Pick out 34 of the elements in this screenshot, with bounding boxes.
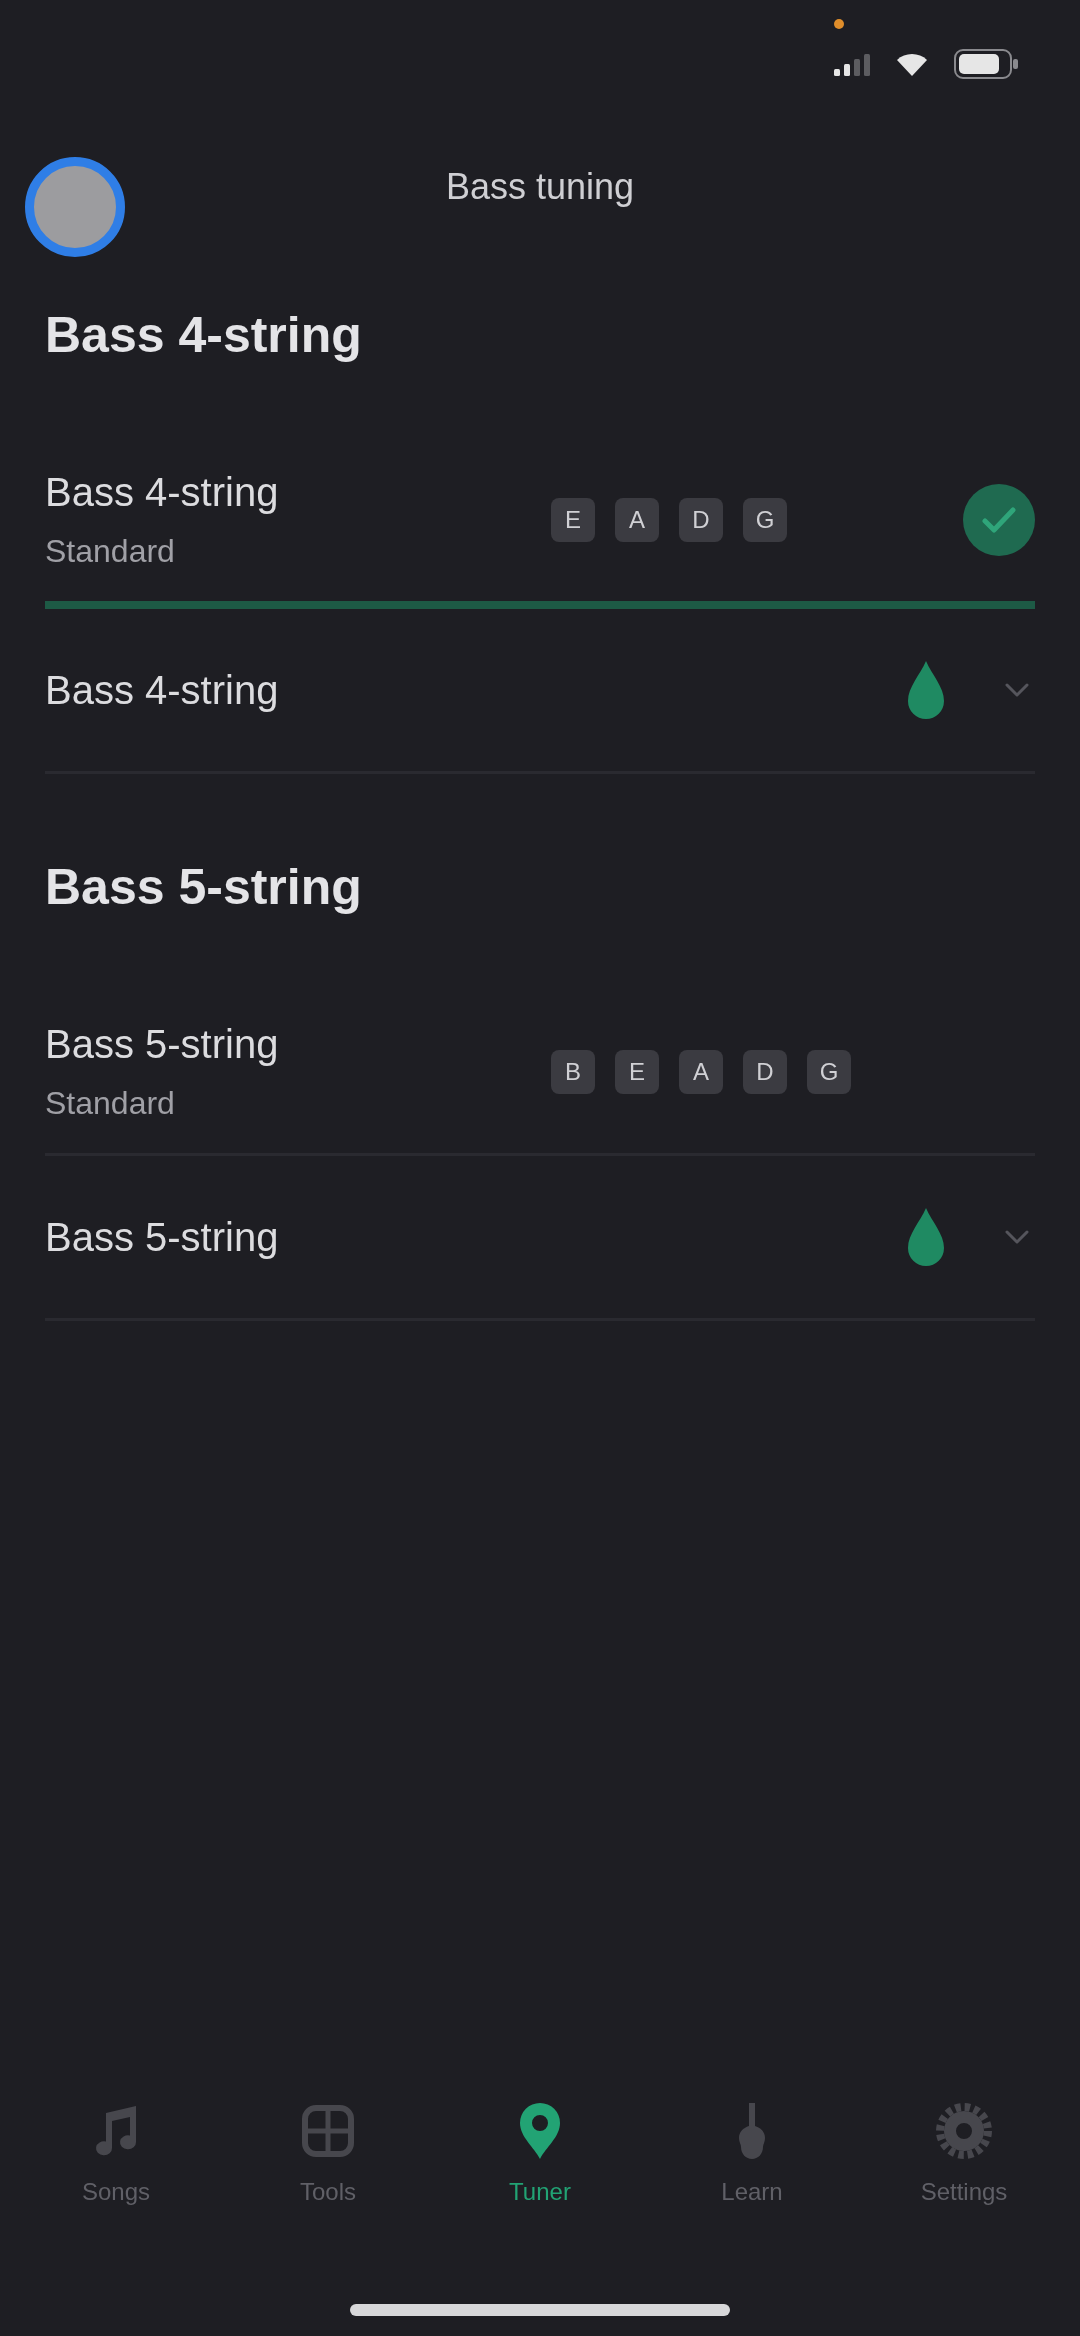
tuning-group-row[interactable]: Bass 5-string bbox=[45, 1156, 1035, 1321]
section-heading: Bass 4-string bbox=[45, 306, 362, 364]
tab[interactable]: Tuner bbox=[508, 2080, 572, 2207]
note-chip: D bbox=[679, 498, 723, 542]
section-heading: Bass 5-string bbox=[45, 858, 362, 916]
note-chip: G bbox=[807, 1050, 851, 1094]
tab[interactable]: Songs bbox=[81, 2080, 151, 2207]
signal-icon bbox=[834, 52, 870, 76]
note-chip: A bbox=[615, 498, 659, 542]
tuning-subtitle: Standard bbox=[45, 1084, 175, 1123]
drop-icon bbox=[908, 1208, 944, 1266]
tuning-option[interactable]: Bass 4-string Standard E A D G bbox=[45, 441, 1035, 609]
note-chip: E bbox=[615, 1050, 659, 1094]
group-name: Bass 5-string bbox=[45, 1214, 279, 1260]
note-chip: B bbox=[551, 1050, 595, 1094]
tuning-name: Bass 4-string bbox=[45, 469, 279, 515]
drop-icon bbox=[908, 661, 944, 719]
tuning-subtitle: Standard bbox=[45, 532, 175, 571]
tuning-name: Bass 5-string bbox=[45, 1021, 279, 1067]
tab[interactable]: Settings bbox=[920, 2080, 1008, 2207]
note-chip: E bbox=[551, 498, 595, 542]
note-chip: D bbox=[743, 1050, 787, 1094]
wifi-icon bbox=[896, 52, 928, 76]
indicator-dot-icon bbox=[834, 19, 844, 29]
tab[interactable]: Tools bbox=[296, 2080, 360, 2207]
group-name: Bass 4-string bbox=[45, 667, 279, 713]
note-chip: G bbox=[743, 498, 787, 542]
tab[interactable]: Learn bbox=[720, 2080, 784, 2207]
tuning-group-row[interactable]: Bass 4-string bbox=[45, 609, 1035, 774]
note-chip: A bbox=[679, 1050, 723, 1094]
battery-icon bbox=[954, 49, 1018, 79]
check-circle-icon bbox=[963, 484, 1035, 556]
screen-title: Bass tuning bbox=[445, 167, 635, 207]
tuning-option[interactable]: Bass 5-string Standard B E A D G bbox=[45, 993, 1035, 1156]
